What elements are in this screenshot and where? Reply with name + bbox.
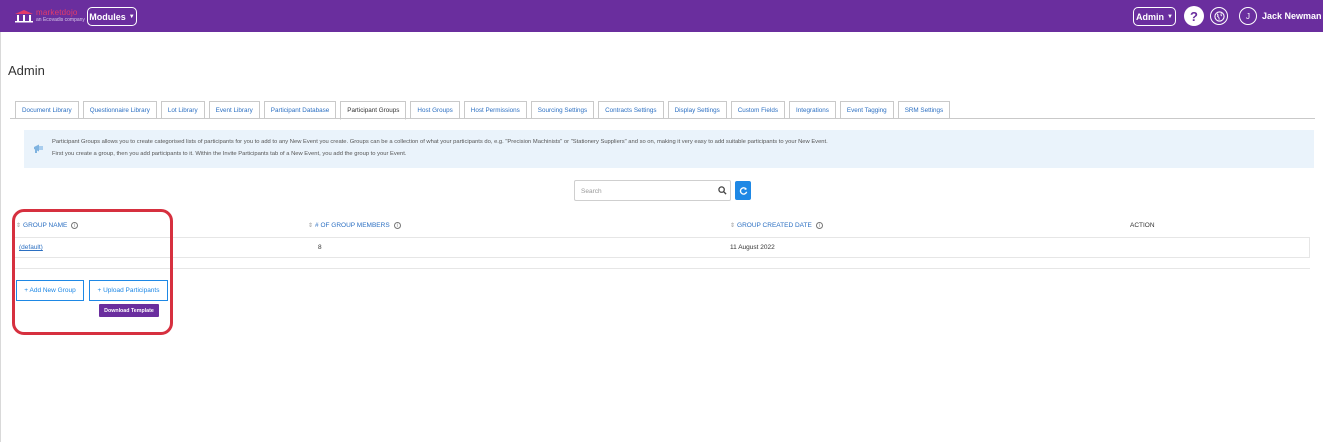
page-title: Admin — [8, 63, 45, 78]
table-divider — [14, 268, 1310, 269]
globe-icon — [1213, 10, 1225, 22]
sort-icon: ⇕ — [730, 223, 736, 229]
megaphone-icon — [34, 144, 43, 153]
info-panel: Participant Groups allows you to create … — [24, 130, 1314, 168]
modules-dropdown-button[interactable]: Modules ▼ — [87, 7, 137, 26]
sort-icon: ⇕ — [308, 223, 314, 229]
info-icon[interactable]: i — [393, 222, 401, 229]
tab-custom-fields[interactable]: Custom Fields — [730, 101, 785, 119]
help-button[interactable]: ? — [1184, 6, 1204, 26]
column-header-members[interactable]: ⇕ # OF GROUP MEMBERS i — [308, 222, 401, 229]
search-input[interactable] — [581, 184, 701, 198]
info-text-line-1: Participant Groups allows you to create … — [52, 139, 828, 145]
upload-participants-button[interactable]: + Upload Participants — [89, 280, 168, 301]
column-header-created-date[interactable]: ⇕ GROUP CREATED DATE i — [730, 222, 823, 229]
tab-integrations[interactable]: Integrations — [788, 101, 836, 119]
tab-lot-library[interactable]: Lot Library — [160, 101, 205, 119]
column-header-action: ACTION — [1130, 222, 1155, 229]
tab-host-permissions[interactable]: Host Permissions — [463, 101, 527, 119]
help-icon: ? — [1190, 8, 1198, 24]
modules-label: Modules — [89, 11, 126, 22]
info-icon[interactable]: i — [71, 222, 79, 229]
tab-display-settings[interactable]: Display Settings — [667, 101, 727, 119]
tab-host-groups[interactable]: Host Groups — [410, 101, 460, 119]
user-name: Jack Newman — [1262, 11, 1322, 21]
tab-document-library[interactable]: Document Library — [15, 101, 79, 119]
caret-down-icon: ▼ — [128, 13, 135, 20]
refresh-icon — [739, 187, 747, 195]
logo-tagline: an Ecovadis company — [36, 17, 85, 23]
user-menu-button[interactable]: Jack Newman▼ — [1262, 11, 1323, 21]
top-navbar: marketdojo an Ecovadis company Modules ▼… — [0, 0, 1323, 32]
admin-label: Admin — [1136, 11, 1165, 22]
group-created-date: 11 August 2022 — [730, 244, 775, 251]
column-header-label: GROUP CREATED DATE — [737, 222, 812, 229]
group-members-count: 8 — [318, 244, 322, 251]
admin-dropdown-button[interactable]: Admin ▼ — [1133, 7, 1176, 26]
avatar-initial: J — [1246, 11, 1250, 21]
group-name-link[interactable]: (default) — [19, 244, 43, 251]
caret-down-icon: ▼ — [1167, 13, 1173, 20]
company-logo[interactable]: marketdojo an Ecovadis company — [14, 9, 85, 25]
tab-event-tagging[interactable]: Event Tagging — [839, 101, 894, 119]
tab-sourcing-settings[interactable]: Sourcing Settings — [530, 101, 595, 119]
search-box — [574, 180, 731, 201]
logo-icon — [15, 10, 33, 23]
tab-questionnaire-library[interactable]: Questionnaire Library — [82, 101, 157, 119]
admin-tabs: Document Library Questionnaire Library L… — [15, 101, 954, 120]
logo-brand-text: marketdojo — [36, 8, 78, 17]
tab-contracts-settings[interactable]: Contracts Settings — [598, 101, 664, 119]
tab-srm-settings[interactable]: SRM Settings — [897, 101, 951, 119]
download-template-button[interactable]: Download Template — [99, 304, 159, 317]
tab-participant-database[interactable]: Participant Database — [263, 101, 337, 119]
column-header-label: # OF GROUP MEMBERS — [315, 222, 390, 229]
sort-icon: ⇕ — [16, 223, 22, 229]
info-text-line-2: First you create a group, then you add p… — [52, 151, 407, 157]
column-header-group-name[interactable]: ⇕ GROUP NAME i — [16, 222, 79, 229]
info-icon[interactable]: i — [815, 222, 823, 229]
tab-event-library[interactable]: Event Library — [208, 101, 260, 119]
refresh-button[interactable] — [735, 181, 751, 200]
left-border — [0, 32, 1, 442]
language-button[interactable] — [1210, 7, 1228, 25]
avatar[interactable]: J — [1239, 7, 1257, 25]
search-icon[interactable] — [718, 186, 727, 195]
tabs-divider — [10, 118, 1315, 119]
column-header-label: GROUP NAME — [23, 222, 68, 229]
table-row: (default) 8 11 August 2022 — [14, 237, 1310, 258]
add-new-group-button[interactable]: + Add New Group — [16, 280, 84, 301]
